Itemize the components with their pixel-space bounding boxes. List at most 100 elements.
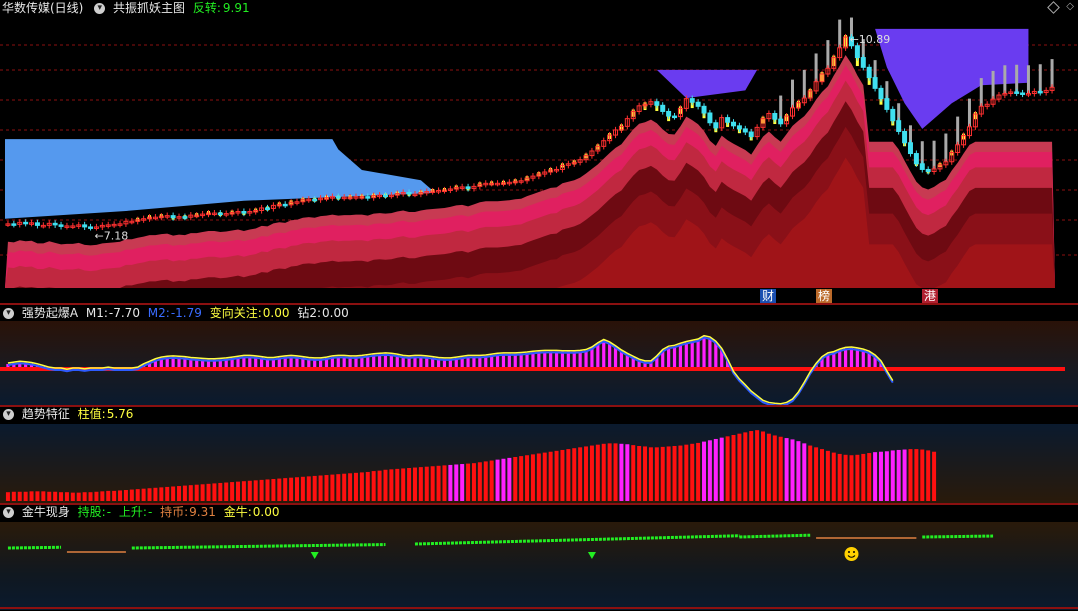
m1-bar xyxy=(678,344,683,369)
trend-bar xyxy=(466,463,471,501)
event-marker-finance[interactable]: 财 xyxy=(760,289,777,303)
hold-label: 持股: xyxy=(77,505,106,519)
trend-bar xyxy=(330,474,335,501)
trend-bar xyxy=(312,475,317,501)
m1-bar xyxy=(613,346,618,369)
candle-body xyxy=(713,122,719,129)
m1-bar xyxy=(855,348,859,369)
m1-bar xyxy=(578,351,582,369)
smiley-icon xyxy=(844,547,859,561)
zuan-label: 钻2: xyxy=(297,306,321,320)
trend-bar xyxy=(613,443,618,501)
chevron-down-icon[interactable]: ▾ xyxy=(3,507,14,518)
trend-bar xyxy=(454,464,459,501)
candle-body xyxy=(866,66,872,79)
stock-name[interactable]: 华数传媒(日线) xyxy=(2,1,83,15)
candle-body xyxy=(82,224,88,228)
trend-bar xyxy=(206,483,211,501)
main-indicator-name[interactable]: 共振抓妖主图 xyxy=(113,1,185,15)
candle-body xyxy=(34,222,40,226)
trend-bar xyxy=(348,473,353,501)
pane4-name[interactable]: 金牛现身 xyxy=(22,505,70,519)
trend-bar xyxy=(153,487,158,501)
candle-body xyxy=(896,120,902,132)
trend-bar xyxy=(643,446,648,501)
m1-bar xyxy=(519,353,523,369)
chevron-down-icon[interactable]: ▾ xyxy=(3,308,14,319)
trend-bar xyxy=(855,454,860,501)
m1-bar xyxy=(596,343,600,369)
trend-bar xyxy=(619,443,624,501)
m1-bar xyxy=(507,353,511,369)
resistance-cloud xyxy=(5,139,433,219)
trend-bar xyxy=(519,456,524,501)
trend-bar xyxy=(412,467,417,501)
trend-bar xyxy=(306,476,311,501)
trend-bar xyxy=(536,453,541,501)
shadow-bar xyxy=(1050,59,1054,88)
trend-bar xyxy=(814,447,819,501)
shadow-bar xyxy=(932,140,936,169)
trend-bar xyxy=(265,479,270,501)
trend-bar xyxy=(165,486,170,501)
candle-body xyxy=(707,112,713,124)
turn-value: 0.00 xyxy=(262,306,290,320)
trend-bar xyxy=(123,490,128,501)
trend-bar xyxy=(389,469,394,501)
trend-bar xyxy=(702,441,707,501)
trend-bar xyxy=(70,492,75,501)
candle-body xyxy=(672,115,678,119)
trend-bar xyxy=(188,485,193,501)
trend-bar xyxy=(194,484,199,501)
high-label: ←10.89 xyxy=(850,33,891,46)
trend-bar xyxy=(41,491,46,501)
candle-body xyxy=(731,121,737,127)
shadow-bar xyxy=(1015,64,1019,93)
m1-bar xyxy=(501,353,506,369)
trend-bar xyxy=(884,451,889,501)
trend-bar xyxy=(294,477,299,501)
coin-value: 9.31 xyxy=(189,505,216,519)
m1-bar xyxy=(549,351,553,369)
pane2-name[interactable]: 强势起爆A xyxy=(22,306,78,320)
trend-bar xyxy=(59,492,64,501)
hold-value: - xyxy=(106,505,112,519)
m2-value: -1.79 xyxy=(170,306,202,320)
shadow-bar xyxy=(944,133,948,162)
chevron-down-icon[interactable]: ▾ xyxy=(94,3,106,14)
m1-bar xyxy=(377,354,382,369)
trend-bar xyxy=(247,480,252,501)
m1-bar xyxy=(513,353,517,369)
candle-body xyxy=(11,223,17,226)
pane4-header: ▾ 金牛现身 持股:- 上升:- 持币:9.31 金牛:0.00 xyxy=(0,504,283,520)
trend-bar xyxy=(737,433,742,501)
pane2-header: ▾ 强势起爆A M1:-7.70 M2:-1.79 变向关注:0.00 钻2:0… xyxy=(0,305,353,321)
m1-bar xyxy=(684,342,688,369)
trend-bar xyxy=(159,487,164,501)
trend-bar xyxy=(790,439,795,501)
pane-bg xyxy=(0,522,1078,610)
trend-bar xyxy=(460,464,465,501)
pane3-name[interactable]: 趋势特征 xyxy=(22,407,70,421)
candle-body xyxy=(666,110,672,117)
candle-body xyxy=(701,105,707,114)
trend-bar xyxy=(837,453,842,501)
candle-body xyxy=(872,77,878,89)
trend-bar xyxy=(94,491,99,501)
coin-label: 持币: xyxy=(160,505,189,519)
m1-bar xyxy=(537,351,541,369)
main-chart: ←10.89 ←7.18 xyxy=(0,17,1078,289)
trend-bar xyxy=(112,490,117,501)
trend-bar xyxy=(825,450,830,501)
candle-body xyxy=(382,194,388,198)
trend-bar xyxy=(64,492,69,501)
m1-bar xyxy=(543,351,547,369)
chevron-down-icon[interactable]: ▾ xyxy=(3,409,14,420)
event-marker-list[interactable]: 榜 xyxy=(816,289,833,303)
trend-bar xyxy=(660,446,665,501)
candle-body xyxy=(465,186,471,189)
event-marker-hk[interactable]: 港 xyxy=(922,289,939,303)
m1-bar xyxy=(389,354,393,369)
trend-bar xyxy=(690,443,695,501)
shadow-bar xyxy=(802,69,806,99)
